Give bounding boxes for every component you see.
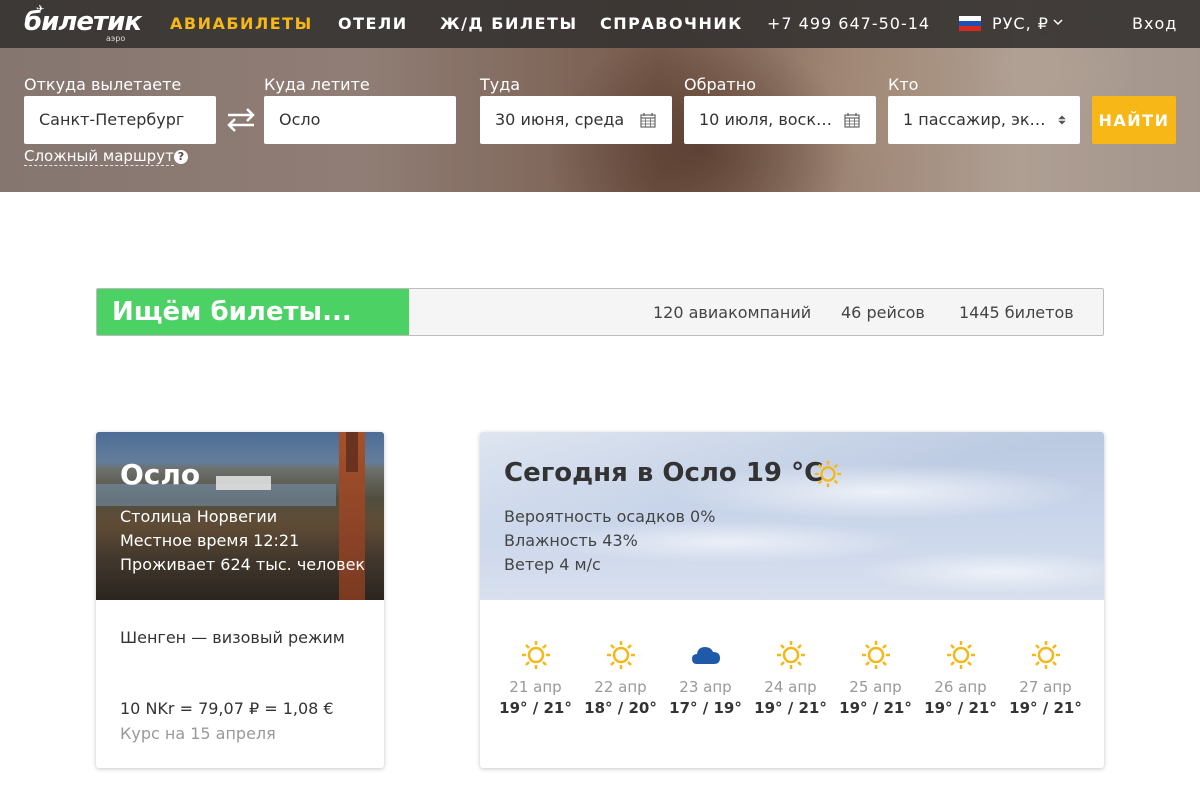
passengers-label: Кто xyxy=(888,75,919,94)
login-link[interactable]: Вход xyxy=(1132,14,1177,33)
forecast-day: 26 апр 19° / 21° xyxy=(918,640,1003,730)
weather-today: Сегодня в Осло 19 °C Вероятность осадков… xyxy=(480,432,1104,600)
forecast-day: 21 апр 19° / 21° xyxy=(493,640,578,730)
sun-icon xyxy=(947,641,975,669)
to-input[interactable]: Осло xyxy=(264,96,456,144)
sort-arrows-icon xyxy=(1058,115,1066,125)
language-label: РУС, ₽ xyxy=(992,14,1049,33)
cloud-icon xyxy=(692,647,720,664)
russia-flag-icon xyxy=(959,16,981,31)
city-info-time: Местное время 12:21 xyxy=(120,531,300,550)
phone-number[interactable]: +7 499 647-50-14 xyxy=(767,14,930,33)
forecast-temperature: 18° / 20° xyxy=(584,699,657,717)
forecast-date: 21 апр xyxy=(509,678,562,696)
city-info-population: Проживает 624 тыс. человек xyxy=(120,555,366,574)
humidity: Влажность 43% xyxy=(504,531,638,550)
forecast-temperature: 19° / 21° xyxy=(1009,699,1082,717)
forecast-temperature: 19° / 21° xyxy=(839,699,912,717)
city-card: Осло Столица Норвегии Местное время 12:2… xyxy=(96,432,384,768)
return-value: 10 июля, воскр... xyxy=(699,110,839,129)
sun-icon xyxy=(607,641,635,669)
to-value: Осло xyxy=(279,110,321,129)
logo[interactable]: ✈ билетик аэро xyxy=(24,5,142,44)
visa-regime: Шенген — визовый режим xyxy=(120,628,345,647)
nav-item-hotels[interactable]: ОТЕЛИ xyxy=(338,14,408,33)
chevron-down-icon xyxy=(1053,19,1063,26)
help-icon[interactable]: ? xyxy=(174,150,188,164)
to-label: Куда летите xyxy=(264,75,370,94)
sun-icon xyxy=(862,641,890,669)
from-value: Санкт-Петербург xyxy=(39,110,185,129)
forecast-temperature: 17° / 19° xyxy=(669,699,742,717)
passengers-select[interactable]: 1 пассажир, экон... xyxy=(888,96,1080,144)
precipitation: Вероятность осадков 0% xyxy=(504,507,716,526)
forecast-date: 23 апр xyxy=(679,678,732,696)
return-date-input[interactable]: 10 июля, воскр... xyxy=(684,96,876,144)
depart-label: Туда xyxy=(480,75,521,94)
forecast-date: 25 апр xyxy=(849,678,902,696)
depart-value: 30 июня, среда xyxy=(495,110,625,129)
city-name: Осло xyxy=(120,458,201,491)
logo-name: билетик xyxy=(24,7,142,37)
sun-icon xyxy=(1032,641,1060,669)
weather-title: Сегодня в Осло 19 °C xyxy=(504,458,824,488)
forecast-temperature: 19° / 21° xyxy=(499,699,572,717)
forecast-day: 22 апр 18° / 20° xyxy=(578,640,663,730)
calendar-icon xyxy=(844,113,860,128)
currency-rate-date: Курс на 15 апреля xyxy=(120,724,276,743)
passengers-value: 1 пассажир, экон... xyxy=(903,110,1053,129)
find-button[interactable]: НАЙТИ xyxy=(1092,96,1176,144)
sun-icon xyxy=(777,641,805,669)
progress-title: Ищём билеты... xyxy=(112,297,352,327)
search-progress: Ищём билеты... 120 авиакомпаний 46 рейсо… xyxy=(96,288,1104,336)
tickets-count: 1445 билетов xyxy=(959,303,1074,322)
nav-item-flights[interactable]: АВИАБИЛЕТЫ xyxy=(170,14,313,33)
logo-subtitle: аэро xyxy=(106,34,126,43)
from-input[interactable]: Санкт-Петербург xyxy=(24,96,216,144)
weather-card: Сегодня в Осло 19 °C Вероятность осадков… xyxy=(480,432,1104,768)
forecast-date: 27 апр xyxy=(1019,678,1072,696)
flights-count: 46 рейсов xyxy=(841,303,925,322)
sun-icon xyxy=(522,641,550,669)
city-info-capital: Столица Норвегии xyxy=(120,507,278,526)
city-photo: Осло Столица Норвегии Местное время 12:2… xyxy=(96,432,384,600)
nav-item-reference[interactable]: СПРАВОЧНИК xyxy=(600,14,743,33)
forecast-temperature: 19° / 21° xyxy=(754,699,827,717)
forecast-day: 27 апр 19° / 21° xyxy=(1003,640,1088,730)
swap-icon[interactable] xyxy=(225,106,257,134)
nav-item-trains[interactable]: Ж/Д БИЛЕТЫ xyxy=(440,14,578,33)
airlines-count: 120 авиакомпаний xyxy=(653,303,812,322)
forecast-day: 23 апр 17° / 19° xyxy=(663,640,748,730)
calendar-icon xyxy=(640,113,656,128)
forecast-date: 26 апр xyxy=(934,678,987,696)
hero-banner: ✈ билетик аэро АВИАБИЛЕТЫ ОТЕЛИ Ж/Д БИЛЕ… xyxy=(0,0,1200,192)
forecast-day: 25 апр 19° / 21° xyxy=(833,640,918,730)
from-label: Откуда вылетаете xyxy=(24,75,182,94)
sun-icon xyxy=(814,460,842,488)
forecast-day: 24 апр 19° / 21° xyxy=(748,640,833,730)
return-label: Обратно xyxy=(684,75,756,94)
currency-rate: 10 NKr = 79,07 ₽ = 1,08 € xyxy=(120,699,334,718)
forecast-temperature: 19° / 21° xyxy=(924,699,997,717)
depart-date-input[interactable]: 30 июня, среда xyxy=(480,96,672,144)
forecast-date: 22 апр xyxy=(594,678,647,696)
forecast-date: 24 апр xyxy=(764,678,817,696)
complex-route-link[interactable]: Сложный маршрут xyxy=(24,148,174,166)
wind: Ветер 4 м/с xyxy=(504,555,601,574)
